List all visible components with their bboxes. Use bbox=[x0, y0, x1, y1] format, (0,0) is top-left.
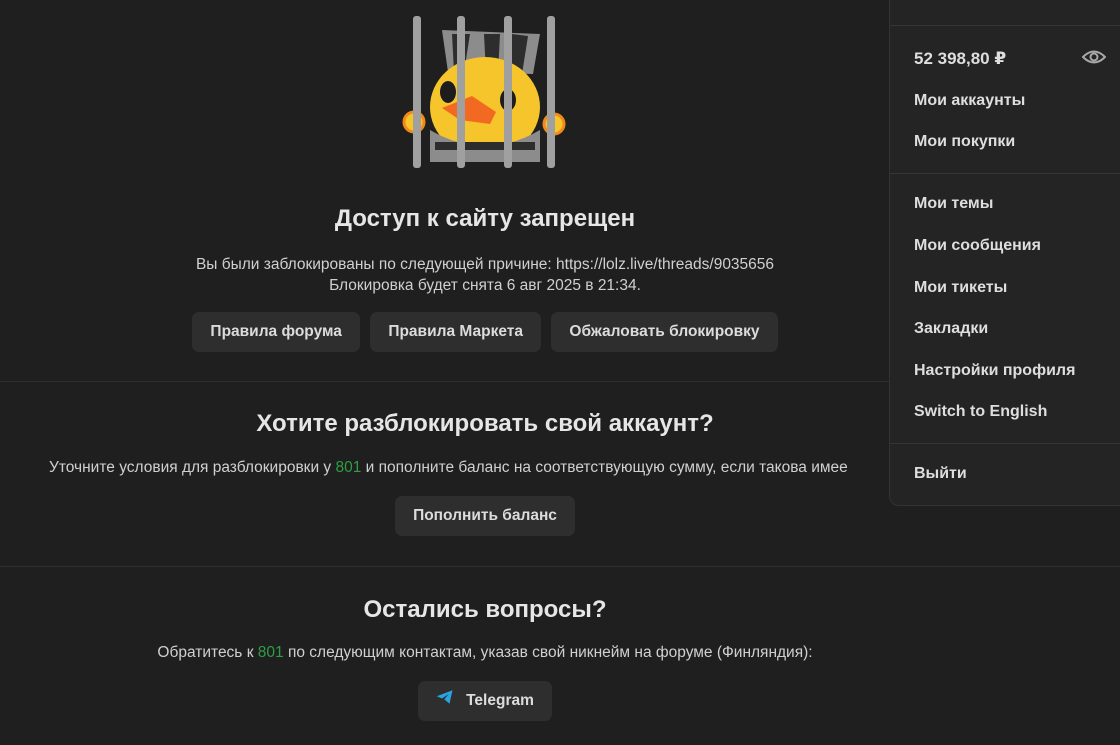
unlock-button-row: Пополнить баланс bbox=[0, 496, 970, 536]
divider bbox=[890, 173, 1120, 174]
unlock-title: Хотите разблокировать свой аккаунт? bbox=[256, 410, 714, 437]
questions-title: Остались вопросы? bbox=[363, 596, 607, 623]
forum-rules-button[interactable]: Правила форума bbox=[192, 312, 360, 352]
jailed-duck-mascot bbox=[400, 12, 570, 172]
ban-buttons: Правила форума Правила Маркета Обжаловат… bbox=[0, 312, 970, 352]
questions-section: Остались вопросы? bbox=[0, 596, 970, 624]
questions-text-after: по следующим контактам, указав свой никн… bbox=[283, 644, 813, 661]
account-dropdown: 52 398,80 ₽ Мои аккаунты Мои покупки Мои… bbox=[889, 0, 1120, 506]
support-id-link[interactable]: 801 bbox=[335, 459, 361, 476]
telegram-icon bbox=[436, 681, 454, 721]
menu-item-my-threads[interactable]: Мои темы bbox=[914, 195, 993, 213]
menu-item-my-accounts[interactable]: Мои аккаунты bbox=[914, 92, 1025, 110]
ban-message: Вы были заблокированы по следующей причи… bbox=[0, 254, 970, 296]
questions-text: Обратитесь к 801 по следующим контактам,… bbox=[0, 642, 970, 663]
menu-item-logout[interactable]: Выйти bbox=[914, 465, 967, 483]
telegram-button[interactable]: Telegram bbox=[418, 681, 552, 721]
menu-item-profile-settings[interactable]: Настройки профиля bbox=[914, 362, 1075, 380]
unlock-section: Хотите разблокировать свой аккаунт? bbox=[0, 410, 970, 438]
telegram-label: Telegram bbox=[466, 692, 534, 710]
market-rules-button[interactable]: Правила Маркета bbox=[370, 312, 541, 352]
balance-amount: 52 398,80 ₽ bbox=[914, 49, 1007, 68]
divider bbox=[890, 25, 1120, 26]
support-id-link[interactable]: 801 bbox=[258, 644, 284, 661]
top-up-balance-button[interactable]: Пополнить баланс bbox=[395, 496, 575, 536]
telegram-row: Telegram bbox=[0, 681, 970, 721]
menu-item-bookmarks[interactable]: Закладки bbox=[914, 320, 988, 338]
ban-unban-date: Блокировка будет снята 6 авг 2025 в 21:3… bbox=[329, 277, 641, 294]
divider bbox=[0, 566, 1120, 567]
unlock-text-before: Уточните условия для разблокировки у bbox=[49, 459, 336, 476]
menu-item-my-purchases[interactable]: Мои покупки bbox=[914, 133, 1015, 151]
ban-title: Доступ к сайту запрещен bbox=[334, 205, 636, 232]
appeal-ban-button[interactable]: Обжаловать блокировку bbox=[551, 312, 778, 352]
menu-item-my-messages[interactable]: Мои сообщения bbox=[914, 237, 1041, 255]
menu-item-my-tickets[interactable]: Мои тикеты bbox=[914, 279, 1007, 297]
menu-item-switch-language[interactable]: Switch to English bbox=[914, 403, 1047, 421]
divider bbox=[890, 443, 1120, 444]
questions-text-before: Обратитесь к bbox=[157, 644, 258, 661]
unlock-text-after: и пополните баланс на соответствующую су… bbox=[361, 459, 848, 476]
ban-reason: Вы были заблокированы по следующей причи… bbox=[195, 256, 775, 273]
eye-icon[interactable] bbox=[1081, 48, 1107, 71]
